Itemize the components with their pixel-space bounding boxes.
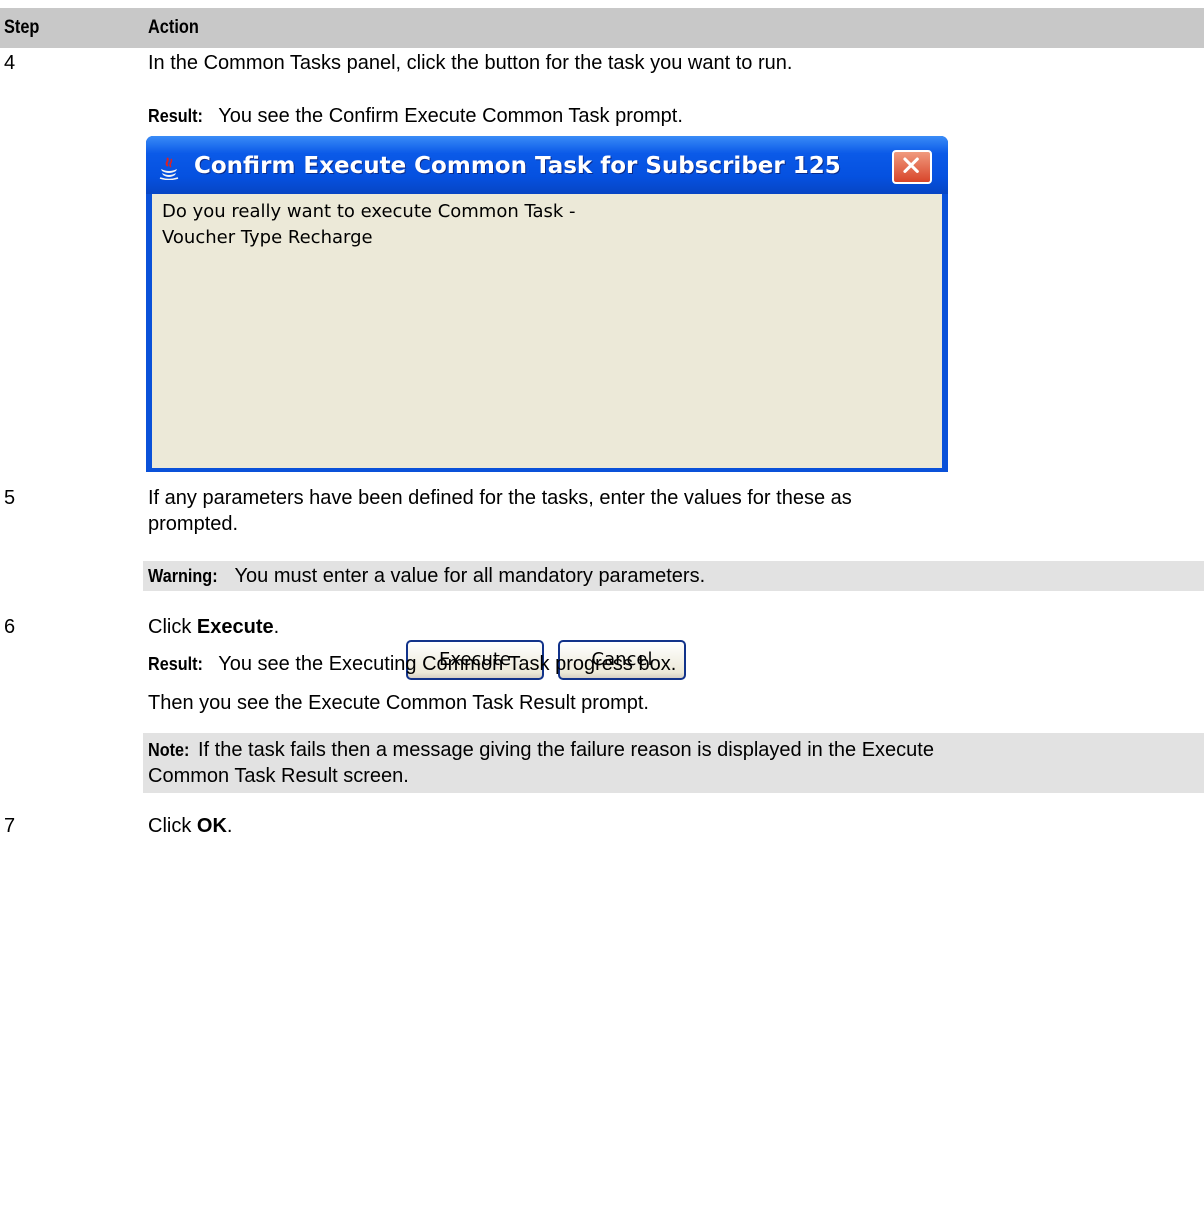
step-action-line2: prompted. [148,513,239,535]
table-header: Step Action [0,8,1204,48]
step-action-bold: Execute [196,616,274,638]
close-icon [903,157,919,173]
header-action: Action [148,17,199,38]
dialog-message-line2: Voucher Type Recharge [162,227,373,248]
header-step: Step [4,17,40,38]
dialog-title-bar: Confirm Execute Common Task for Subscrib… [146,136,948,194]
step-number: 5 [4,487,16,509]
step-action-suffix: . [226,815,233,837]
step-result: Result: You see the Confirm Execute Comm… [148,103,683,129]
warning-text: You must enter a value for all mandatory… [234,565,706,587]
confirm-dialog: Confirm Execute Common Task for Subscrib… [146,136,948,472]
step-action: In the Common Tasks panel, click the but… [148,52,793,74]
note-line2: Common Task Result screen. [148,765,409,787]
step-action: Click OK. [148,813,232,839]
note-line1: If the task fails then a message giving … [198,739,934,761]
dialog-message-line1: Do you really want to execute Common Tas… [162,201,576,222]
note-box: Note: If the task fails then a message gi… [143,733,1204,793]
step-result: Result: You see the Executing Common Tas… [148,651,676,677]
step-action-prefix: Click [148,815,197,837]
dialog-title: Confirm Execute Common Task for Subscrib… [194,153,841,179]
step-action-bold: OK [196,815,227,837]
step-number: 7 [4,815,16,837]
dialog-message: Do you really want to execute Common Tas… [162,199,576,251]
result-label: Result: [148,106,203,126]
step-number: 4 [4,52,16,74]
result-text: You see the Executing Common Task progre… [218,653,677,675]
java-icon [159,157,179,180]
note-label: Note: [148,740,190,760]
warning-label: Warning: [148,566,218,586]
close-button[interactable] [892,150,932,184]
warning-box: Warning: You must enter a value for all … [143,561,1204,591]
result-label: Result: [148,654,203,674]
step-action: Click Execute. [148,614,279,640]
step-action-suffix: . [273,616,280,638]
step-number: 6 [4,616,16,638]
step-action-line1: If any parameters have been defined for … [148,487,852,509]
step-action: If any parameters have been defined for … [148,485,852,537]
result-text: You see the Confirm Execute Common Task … [218,105,683,127]
step-then-text: Then you see the Execute Common Task Res… [148,692,649,714]
step-action-prefix: Click [148,616,197,638]
dialog-body: Do you really want to execute Common Tas… [152,194,942,468]
